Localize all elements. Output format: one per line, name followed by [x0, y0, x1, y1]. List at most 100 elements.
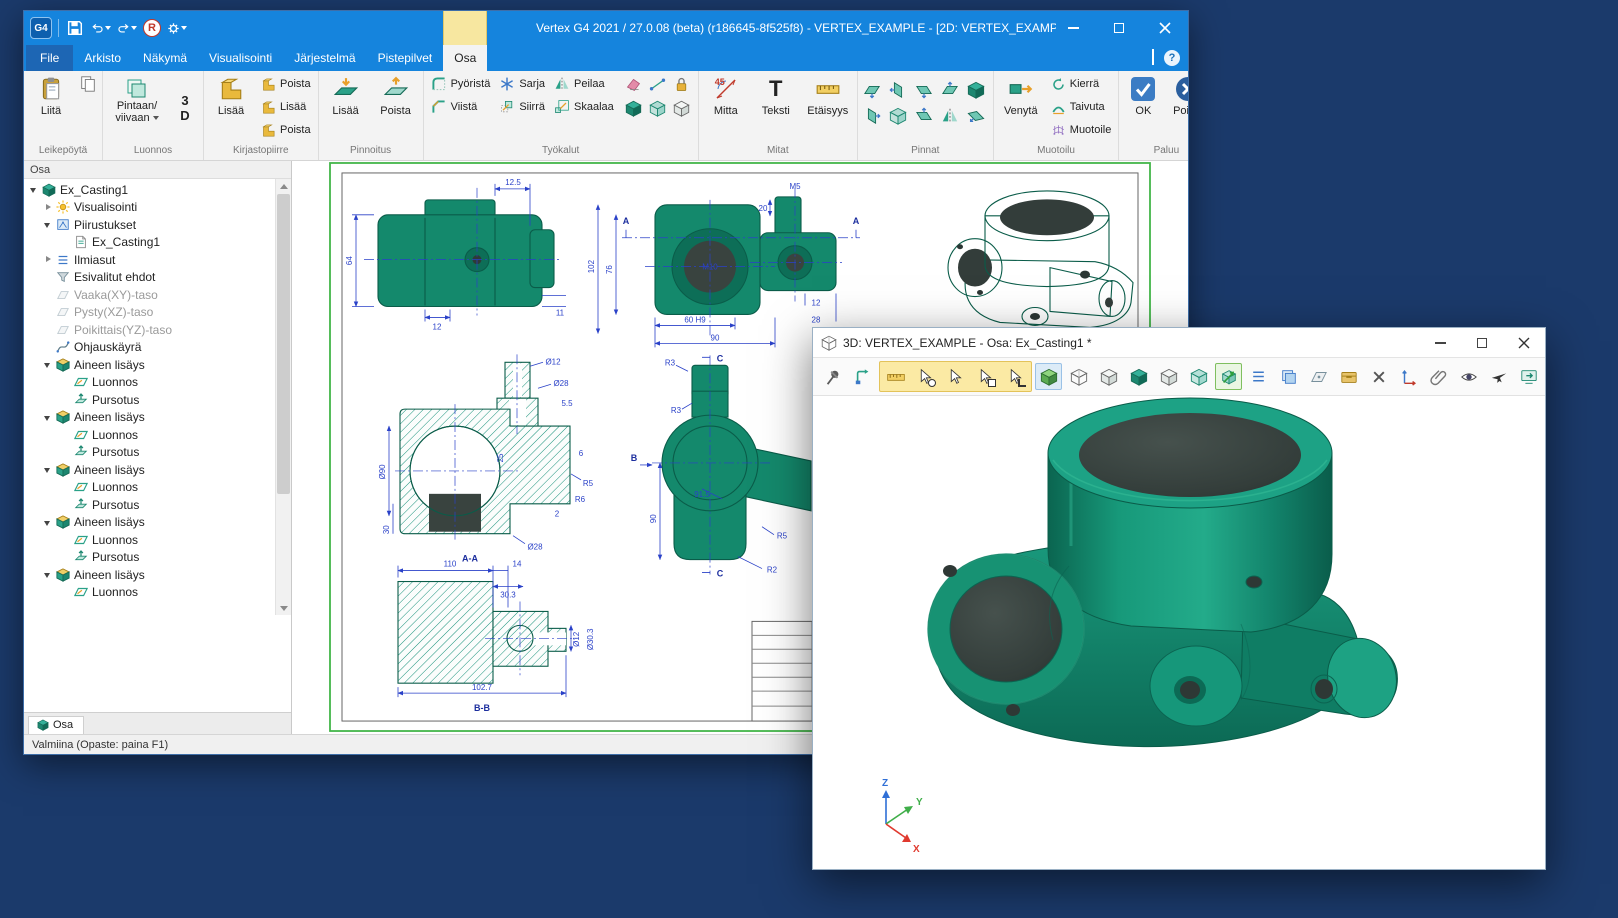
dim-text[interactable]: 25 [496, 453, 505, 462]
dim-text[interactable]: 60 H9 [684, 315, 706, 324]
surface-tool-9-button[interactable] [939, 105, 961, 127]
dim-text[interactable]: Ø12 [572, 631, 581, 647]
dim-text[interactable]: 64 [345, 256, 354, 265]
tab-visualisointi[interactable]: Visualisointi [198, 45, 283, 71]
visibility-button[interactable] [1455, 363, 1482, 390]
dim-text[interactable]: 5.5 [561, 399, 573, 408]
dim-text[interactable]: Ø30.3 [586, 628, 595, 650]
close-button[interactable] [1503, 328, 1545, 358]
export-view-button[interactable] [1515, 363, 1542, 390]
scale-button[interactable]: Skaalaa [550, 96, 618, 118]
dim-text[interactable]: M10 [702, 263, 718, 272]
tree-item-esivalitut[interactable]: Esivalitut ehdot [24, 269, 275, 287]
dim-text[interactable]: 11 [556, 308, 565, 317]
delete-button[interactable] [1365, 363, 1392, 390]
tree-item-xy-plane[interactable]: Vaaka(XY)-taso [24, 286, 275, 304]
tree-item-aineen-lisays-1[interactable]: Aineen lisäys [24, 356, 275, 374]
dim-text[interactable]: 20 [759, 204, 768, 213]
attach-button[interactable] [1425, 363, 1452, 390]
solid-tool-1-button[interactable] [623, 97, 645, 119]
tree-item-luonnos-3[interactable]: Luonnos [24, 479, 275, 497]
tree-item-root[interactable]: Ex_Casting1 [24, 181, 275, 199]
tree-item-visualisointi[interactable]: Visualisointi [24, 199, 275, 217]
tree-item-aineen-lisays-4[interactable]: Aineen lisäys [24, 514, 275, 532]
dimension-button[interactable]: 45 Mitta [702, 73, 750, 141]
section-label[interactable]: C [717, 569, 724, 579]
coating-add-button[interactable]: Lisää [322, 73, 370, 141]
dim-text[interactable]: 30.3 [500, 590, 516, 599]
surface-tool-5-button[interactable] [965, 79, 987, 101]
dim-text[interactable]: M5 [789, 182, 801, 191]
work-plane-button[interactable] [1305, 363, 1332, 390]
paste-button[interactable]: Liitä [27, 73, 75, 141]
render-shaded-button[interactable] [1035, 363, 1062, 390]
surface-tool-4-button[interactable] [939, 79, 961, 101]
fillet-button[interactable]: Pyöristä [427, 73, 495, 95]
chevron-down-icon[interactable] [42, 219, 54, 231]
pin-button[interactable] [819, 363, 846, 390]
sketch-3d-button[interactable]: 3D [170, 73, 200, 141]
chevron-down-icon[interactable] [42, 516, 54, 528]
dim-text[interactable]: R2 [767, 566, 778, 575]
tree-item-aineen-lisays-2[interactable]: Aineen lisäys [24, 409, 275, 427]
dim-text[interactable]: 12 [433, 322, 442, 331]
archive-button[interactable] [1335, 363, 1362, 390]
dim-text[interactable]: Ø90 [378, 464, 387, 480]
chevron-down-icon[interactable] [28, 184, 40, 196]
fly-through-button[interactable] [1485, 363, 1512, 390]
tree-item-pursotus-4[interactable]: Pursotus [24, 549, 275, 567]
select-box-button[interactable] [972, 363, 999, 390]
library-remove-2-button[interactable]: Poista [257, 119, 315, 141]
select-button[interactable] [942, 363, 969, 390]
dim-text[interactable]: 91.5 [694, 490, 710, 499]
surface-tool-6-button[interactable] [861, 105, 883, 127]
select-corner-button[interactable] [1002, 363, 1029, 390]
section-label[interactable]: A [623, 216, 630, 226]
surface-tool-3-button[interactable] [913, 79, 935, 101]
library-add-small-button[interactable]: Lisää [257, 96, 315, 118]
dim-text[interactable]: 14 [513, 560, 522, 569]
dim-text[interactable]: R3 [665, 358, 676, 367]
tree-item-luonnos-1[interactable]: Luonnos [24, 374, 275, 392]
select-circle-button[interactable] [912, 363, 939, 390]
tree-item-aineen-lisays-5[interactable]: Aineen lisäys [24, 566, 275, 584]
section-label[interactable]: A [853, 216, 860, 226]
coating-remove-button[interactable]: Poista [372, 73, 420, 141]
mirror-button[interactable]: Peilaa [550, 73, 618, 95]
tab-jarjestelma[interactable]: Järjestelmä [283, 45, 366, 71]
tab-nakyma[interactable]: Näkymä [132, 45, 198, 71]
dim-text[interactable]: 30 [382, 525, 391, 534]
dim-text[interactable]: 12 [812, 299, 821, 308]
license-badge-icon[interactable]: R [143, 19, 161, 37]
orient-view-button[interactable] [849, 363, 876, 390]
dim-text[interactable]: R5 [583, 479, 594, 488]
part-3d[interactable] [928, 398, 1405, 747]
solid-tool-2-button[interactable] [647, 97, 669, 119]
surface-tool-2-button[interactable] [887, 79, 909, 101]
chevron-down-icon[interactable] [42, 359, 54, 371]
dim-text[interactable]: 102.7 [472, 683, 493, 692]
section-label[interactable]: C [717, 353, 724, 363]
erase-button[interactable] [623, 73, 645, 95]
view-arrow-label[interactable]: B [631, 453, 638, 463]
help-button[interactable]: ? [1164, 50, 1180, 66]
maximize-button[interactable] [1096, 11, 1142, 45]
panel-tab-osa[interactable]: Osa [28, 716, 84, 734]
tree-item-luonnos-2[interactable]: Luonnos [24, 426, 275, 444]
dim-text[interactable]: Ø28 [553, 379, 569, 388]
dim-text[interactable]: Ø28 [527, 543, 543, 552]
dim-text[interactable]: 90 [649, 514, 658, 523]
text-button[interactable]: T Teksti [752, 73, 800, 141]
tree-item-luonnos-4[interactable]: Luonnos [24, 531, 275, 549]
tab-arkisto[interactable]: Arkisto [73, 45, 132, 71]
tree-item-pursotus-3[interactable]: Pursotus [24, 496, 275, 514]
distance-button[interactable]: Etäisyys [802, 73, 854, 141]
layers-button[interactable] [1275, 363, 1302, 390]
exit-button[interactable]: Poistu [1166, 73, 1188, 141]
tree-item-ilmiasut[interactable]: Ilmiasut [24, 251, 275, 269]
library-add-button[interactable]: Lisää [207, 73, 255, 141]
dim-text[interactable]: Ø12 [545, 357, 561, 366]
surface-tool-1-button[interactable] [861, 79, 883, 101]
feature-list-button[interactable] [1245, 363, 1272, 390]
model-update-button[interactable] [1215, 363, 1242, 390]
